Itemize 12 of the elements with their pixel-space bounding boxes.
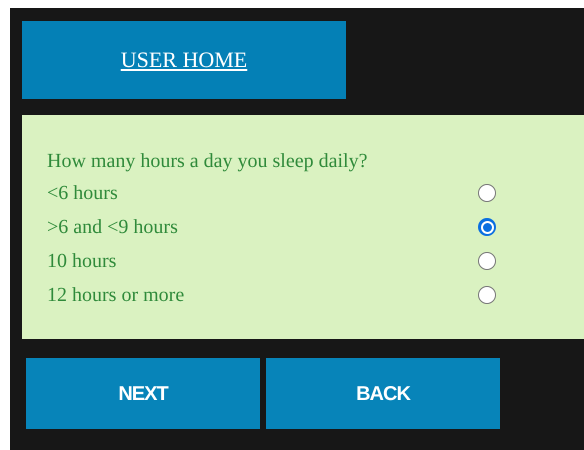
radio-button[interactable]: [478, 184, 496, 202]
radio-button[interactable]: [478, 252, 496, 270]
option-label: <6 hours: [47, 183, 118, 203]
back-button[interactable]: BACK: [266, 358, 500, 429]
option-label: >6 and <9 hours: [47, 217, 178, 237]
question-text: How many hours a day you sleep daily?: [47, 149, 368, 174]
option-label: 12 hours or more: [47, 285, 184, 305]
next-button[interactable]: NEXT: [26, 358, 260, 429]
user-home-link[interactable]: USER HOME: [120, 49, 248, 71]
option-label: 10 hours: [47, 251, 116, 271]
radio-button[interactable]: [478, 286, 496, 304]
radio-button[interactable]: [478, 218, 496, 236]
